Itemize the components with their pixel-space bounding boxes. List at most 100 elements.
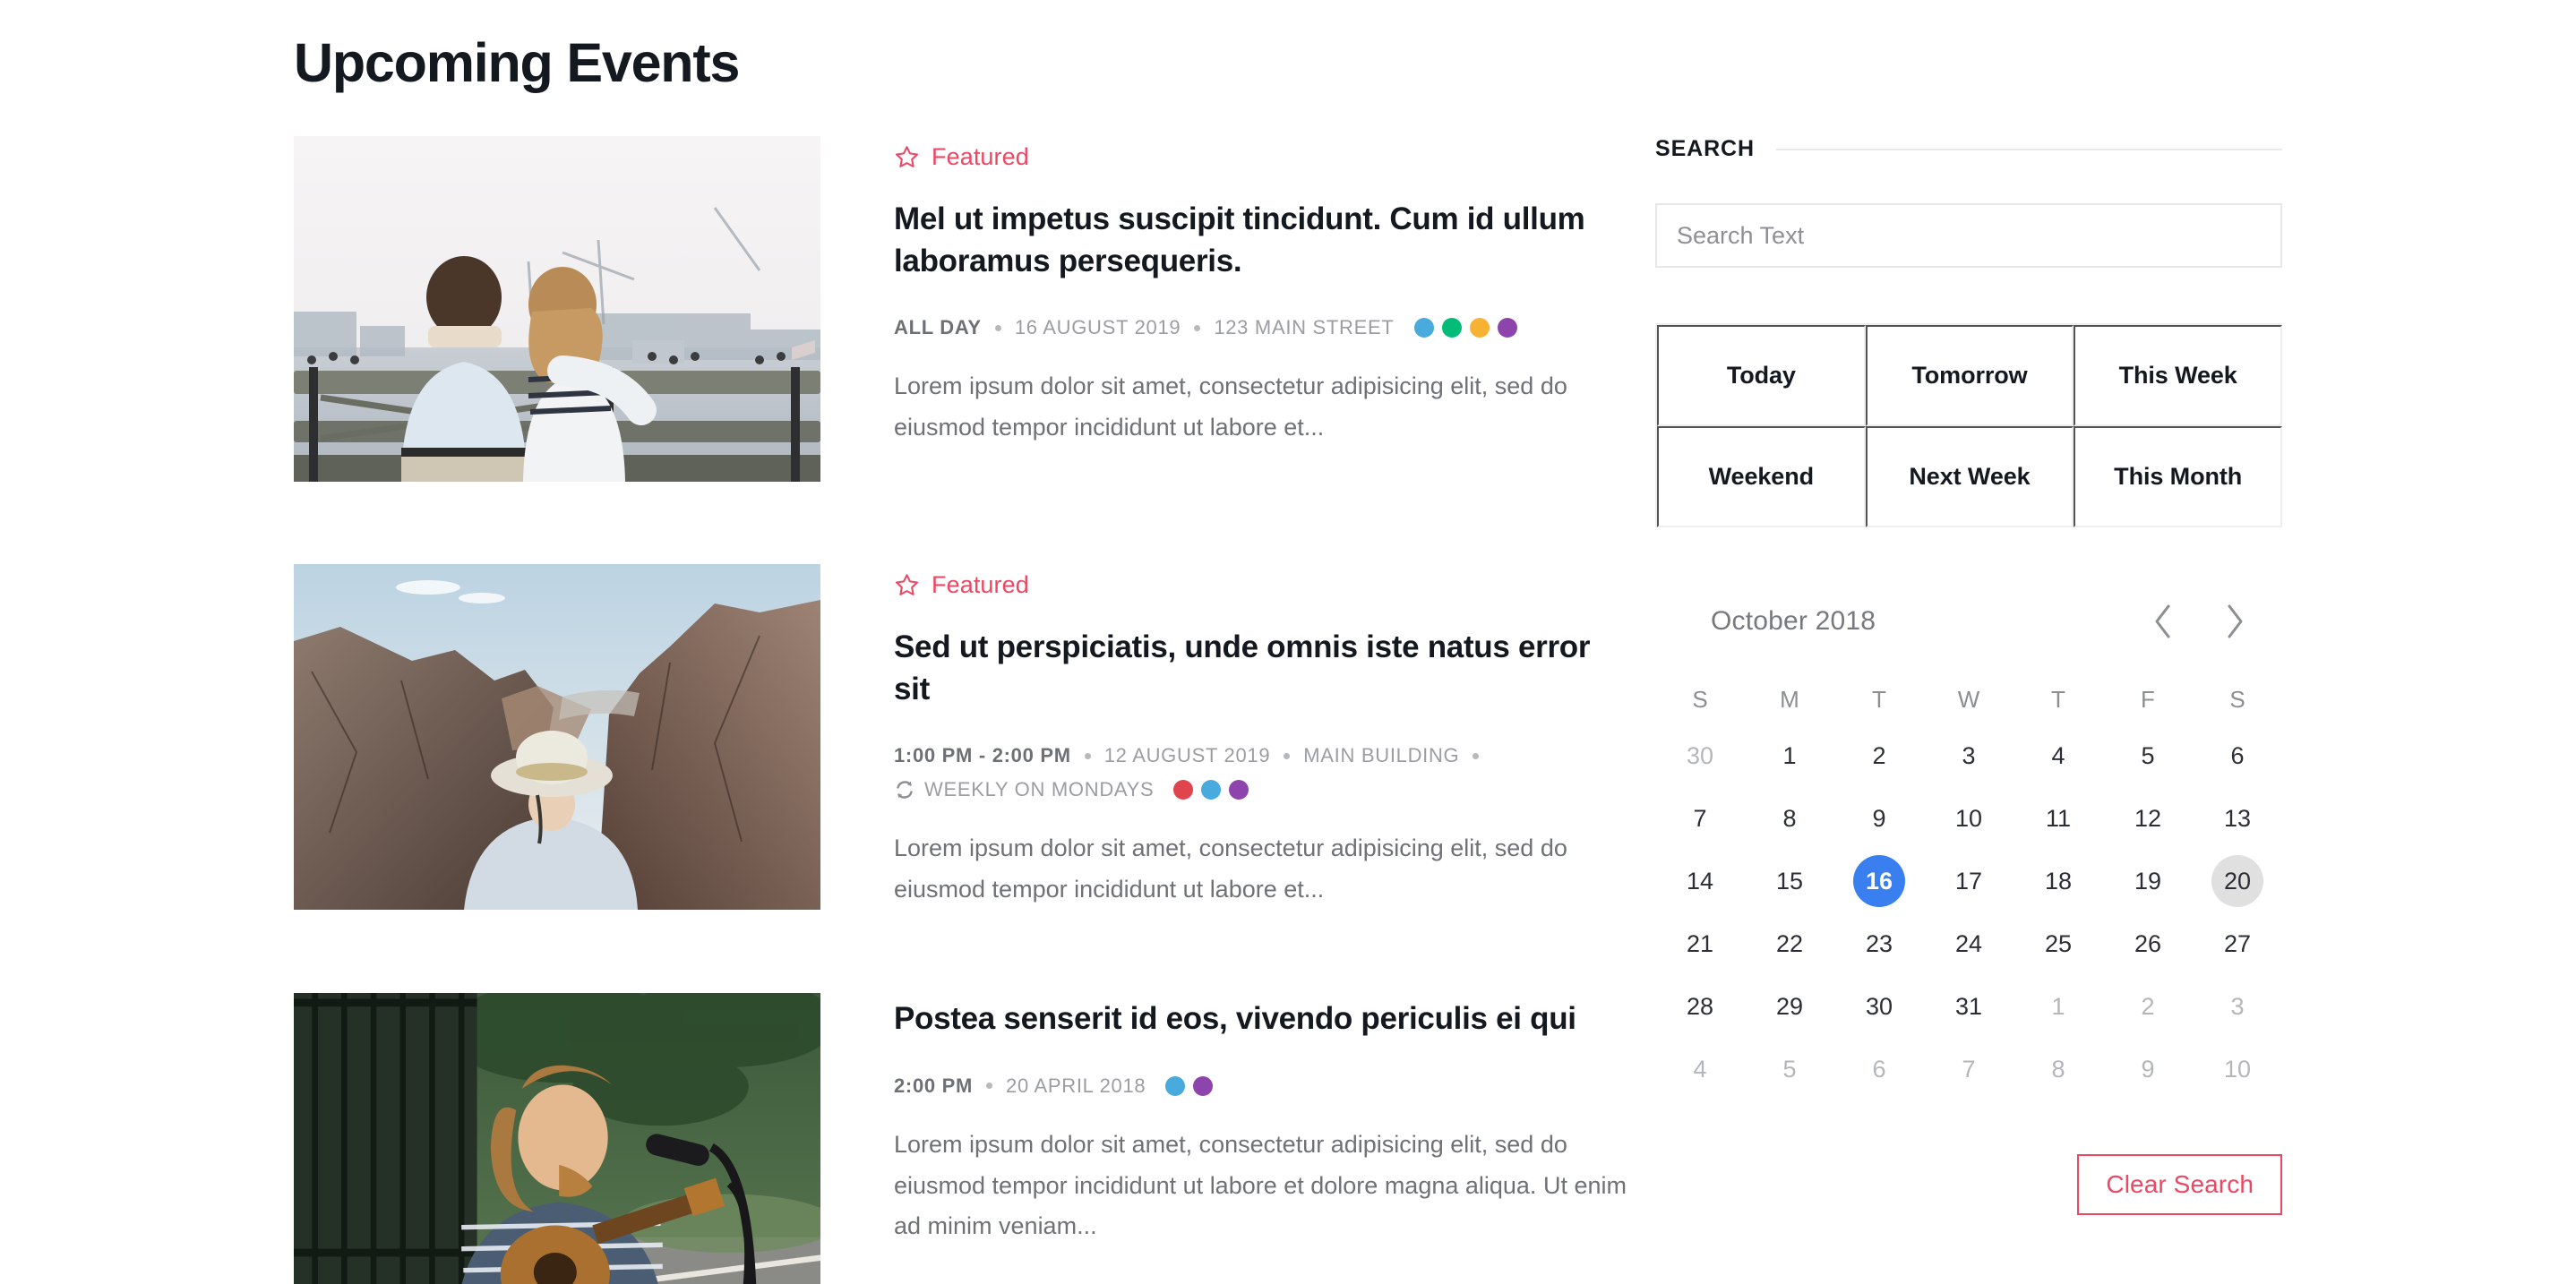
calendar-day-cell[interactable]: 3 xyxy=(1924,724,2014,787)
quick-filter-this-month[interactable]: This Month xyxy=(2074,426,2282,527)
calendar-day-cell[interactable]: 17 xyxy=(1924,850,2014,912)
event-description: Lorem ipsum dolor sit amet, consectetur … xyxy=(894,835,1567,903)
category-dot xyxy=(1165,1075,1186,1096)
calendar-day-cell[interactable]: 4 xyxy=(2014,724,2103,787)
quick-filter-weekend[interactable]: Weekend xyxy=(1657,426,1866,527)
calendar-day-number: 15 xyxy=(1775,867,1804,895)
calendar-day-cell[interactable]: 9 xyxy=(1834,787,1924,850)
calendar-day-number: 29 xyxy=(1775,992,1804,1020)
event-title[interactable]: Sed ut perspiciatis, unde omnis iste nat… xyxy=(894,627,1628,710)
calendar-day-number: 2 xyxy=(1872,741,1886,769)
calendar-day-cell[interactable]: 6 xyxy=(1834,1038,1924,1100)
chevron-right-icon[interactable] xyxy=(2216,603,2254,640)
calendar-day-cell[interactable]: 26 xyxy=(2103,912,2193,975)
calendar-day-cell[interactable]: 21 xyxy=(1655,912,1745,975)
calendar-day-cell[interactable]: 24 xyxy=(1924,912,2014,975)
calendar-day-number: 24 xyxy=(1954,929,1983,957)
calendar-day-number: 5 xyxy=(2141,741,2155,769)
event-thumbnail[interactable] xyxy=(294,136,820,482)
calendar-day-number: 31 xyxy=(1954,992,1983,1020)
calendar-day-cell[interactable]: 12 xyxy=(2103,787,2193,850)
recurring-icon xyxy=(897,781,913,799)
event-title[interactable]: Mel ut impetus suscipit tincidunt. Cum i… xyxy=(894,199,1628,282)
featured-label: Featured xyxy=(932,570,1029,598)
event-meta: 1:00 PM - 2:00 PM 12 AUGUST 2019 MAIN BUIL… xyxy=(894,740,1637,771)
quick-filter-next-week[interactable]: Next Week xyxy=(1865,426,2074,527)
calendar-day-number: 4 xyxy=(1693,1055,1707,1083)
calendar-day-number: 18 xyxy=(2044,867,2073,895)
calendar-day-cell[interactable]: 9 xyxy=(2103,1038,2193,1100)
calendar-header: October 2018 xyxy=(1655,595,2282,647)
calendar-day-number: 6 xyxy=(1872,1055,1886,1083)
calendar-day-number: 3 xyxy=(2230,992,2245,1020)
calendar-day-number: 26 xyxy=(2134,929,2162,957)
calendar-day-cell[interactable]: 27 xyxy=(2193,912,2282,975)
calendar-day-cell[interactable]: 11 xyxy=(2014,787,2103,850)
calendar-day-number: 4 xyxy=(2051,741,2065,769)
category-dot xyxy=(1497,318,1517,338)
date-picker-calendar: October 2018 S M T W T F S 30 1 2 3 4 5 6 7 8 9 10 11 12 13 1… xyxy=(1655,595,2282,1100)
event-card[interactable]: Featured Sed ut perspiciatis, unde omnis … xyxy=(294,564,1637,911)
calendar-day-cell[interactable]: 16 xyxy=(1834,850,1924,912)
quick-filter-this-week[interactable]: This Week xyxy=(2074,325,2282,426)
calendar-day-cell[interactable]: 2 xyxy=(2103,975,2193,1038)
calendar-day-header: S xyxy=(2229,685,2245,713)
calendar-day-cell[interactable]: 30 xyxy=(1834,975,1924,1038)
event-card[interactable]: Featured Mel ut impetus suscipit tincidun… xyxy=(294,136,1637,482)
clear-search-button[interactable]: Clear Search xyxy=(2077,1154,2282,1215)
star-outline-icon xyxy=(895,145,919,167)
calendar-day-cell[interactable]: 5 xyxy=(2103,724,2193,787)
meta-separator xyxy=(1084,752,1091,759)
event-card[interactable]: Postea senserit id eos, vivendo periculi… xyxy=(294,993,1637,1284)
event-title[interactable]: Postea senserit id eos, vivendo periculi… xyxy=(894,998,1628,1040)
calendar-day-cell[interactable]: 13 xyxy=(2193,787,2282,850)
calendar-day-cell[interactable]: 29 xyxy=(1745,975,1834,1038)
calendar-day-cell[interactable]: 8 xyxy=(1745,787,1834,850)
chevron-left-icon[interactable] xyxy=(2144,603,2182,640)
event-thumbnail[interactable] xyxy=(294,564,820,910)
calendar-day-cell[interactable]: 10 xyxy=(2193,1038,2282,1100)
calendar-day-number: 27 xyxy=(2223,929,2252,957)
calendar-day-cell[interactable]: 10 xyxy=(1924,787,2014,850)
calendar-day-cell[interactable]: 1 xyxy=(2014,975,2103,1038)
calendar-day-cell[interactable]: 31 xyxy=(1924,975,2014,1038)
event-description: Lorem ipsum dolor sit amet, consectetur … xyxy=(894,372,1567,441)
calendar-day-number: 17 xyxy=(1954,867,1983,895)
calendar-day-cell[interactable]: 25 xyxy=(2014,912,2103,975)
calendar-day-cell[interactable]: 18 xyxy=(2014,850,2103,912)
calendar-day-cell[interactable]: 30 xyxy=(1655,724,1745,787)
calendar-day-cell[interactable]: 14 xyxy=(1655,850,1745,912)
calendar-grid: S M T W T F S 30 1 2 3 4 5 6 7 8 9 10 11 12 13 14 15 16 17 18 19 20… xyxy=(1655,674,2282,1100)
event-time: 1:00 PM - 2:00 PM xyxy=(894,744,1071,767)
calendar-day-cell[interactable]: 15 xyxy=(1745,850,1834,912)
category-dot xyxy=(1469,318,1490,338)
calendar-day-cell[interactable]: 7 xyxy=(1655,787,1745,850)
calendar-day-cell[interactable]: 22 xyxy=(1745,912,1834,975)
calendar-day-cell[interactable]: 7 xyxy=(1924,1038,2014,1100)
quick-filter-today[interactable]: Today xyxy=(1657,325,1866,426)
calendar-day-cell[interactable]: 28 xyxy=(1655,975,1745,1038)
category-dots xyxy=(1413,318,1517,338)
star-outline-icon xyxy=(895,573,919,595)
calendar-day-number: 30 xyxy=(1686,741,1714,769)
search-input[interactable] xyxy=(1655,203,2282,268)
calendar-day-number: 23 xyxy=(1865,929,1893,957)
event-body: Featured Mel ut impetus suscipit tincidun… xyxy=(820,136,1637,449)
calendar-day-cell[interactable]: 19 xyxy=(2103,850,2193,912)
calendar-day-cell[interactable]: 6 xyxy=(2193,724,2282,787)
quick-filter-tomorrow[interactable]: Tomorrow xyxy=(1865,325,2074,426)
calendar-day-cell[interactable]: 2 xyxy=(1834,724,1924,787)
calendar-day-number: 16 xyxy=(1853,855,1905,907)
calendar-day-cell[interactable]: 5 xyxy=(1745,1038,1834,1100)
event-thumbnail[interactable] xyxy=(294,993,820,1284)
calendar-day-cell[interactable]: 4 xyxy=(1655,1038,1745,1100)
event-time: ALL DAY xyxy=(894,316,982,339)
quick-filter-grid: Today Tomorrow This Week Weekend Next Week Th… xyxy=(1655,323,2282,527)
calendar-day-cell[interactable]: 1 xyxy=(1745,724,1834,787)
calendar-day-cell[interactable]: 8 xyxy=(2014,1038,2103,1100)
calendar-day-cell[interactable]: 3 xyxy=(2193,975,2282,1038)
category-dot xyxy=(1193,1075,1214,1096)
event-date: 12 AUGUST 2019 xyxy=(1103,744,1271,767)
calendar-day-cell[interactable]: 20 xyxy=(2193,850,2282,912)
calendar-day-cell[interactable]: 23 xyxy=(1834,912,1924,975)
